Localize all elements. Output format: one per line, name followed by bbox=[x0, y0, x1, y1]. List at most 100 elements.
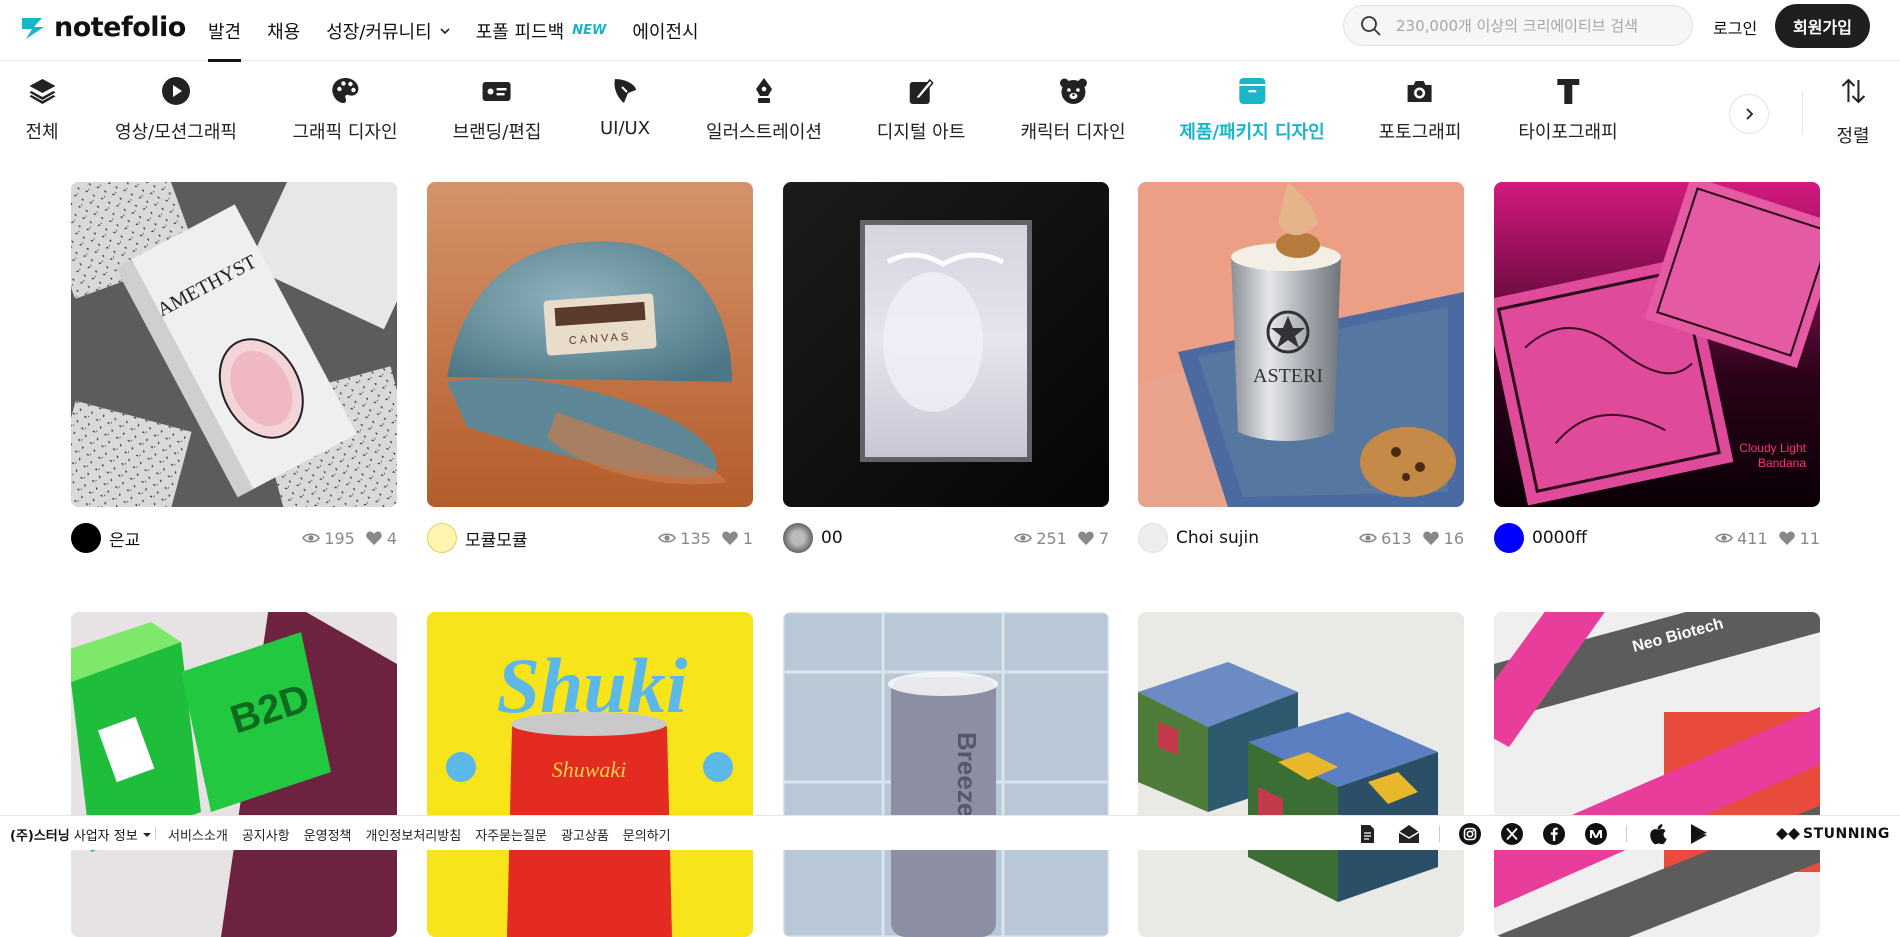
project-card[interactable]: Cloudy Light Bandana 0000ff 411 11 bbox=[1494, 182, 1820, 553]
company-info-toggle[interactable]: (주)스터닝 사업자 정보 bbox=[10, 825, 152, 844]
caret-down-icon bbox=[142, 832, 151, 837]
footer-link-notice[interactable]: 공지사항 bbox=[242, 825, 290, 844]
shuki-can-image: Shuki Shuwaki bbox=[427, 612, 753, 937]
project-card[interactable]: CANVAS 모큘모큘 135 1 bbox=[427, 182, 753, 553]
like-count: 1 bbox=[721, 529, 753, 548]
layers-icon bbox=[27, 76, 57, 106]
project-thumbnail[interactable]: AMETHYST bbox=[71, 182, 397, 507]
footer-link-policy[interactable]: 운영정책 bbox=[304, 825, 352, 844]
view-count-value: 411 bbox=[1737, 528, 1768, 548]
facebook-icon[interactable] bbox=[1542, 822, 1566, 846]
category-next-button[interactable] bbox=[1729, 94, 1769, 134]
project-thumbnail[interactable]: Shuki Shuwaki bbox=[427, 612, 753, 937]
view-count: 411 bbox=[1715, 529, 1768, 548]
avatar[interactable] bbox=[1494, 523, 1524, 553]
nav-agency[interactable]: 에이전시 bbox=[632, 0, 698, 61]
heart-icon bbox=[722, 531, 738, 545]
eye-icon bbox=[302, 533, 321, 543]
category-illustration[interactable]: 일러스트레이션 bbox=[706, 76, 822, 144]
project-thumbnail[interactable]: Neo Biotech bbox=[1494, 612, 1820, 937]
heart-icon bbox=[366, 531, 382, 545]
project-card[interactable]: Neo Biotech bbox=[1494, 612, 1820, 937]
palette-icon bbox=[330, 76, 360, 106]
project-card[interactable] bbox=[1138, 612, 1464, 937]
document-icon[interactable] bbox=[1355, 822, 1379, 846]
mail-open-icon[interactable] bbox=[1397, 822, 1421, 846]
medium-icon[interactable] bbox=[1584, 822, 1608, 846]
footer: (주)스터닝 사업자 정보 서비스소개 공지사항 운영정책 개인정보처리방침 자… bbox=[0, 815, 1900, 850]
view-count-value: 135 bbox=[680, 528, 711, 548]
footer-link-ads[interactable]: 광고상품 bbox=[561, 825, 609, 844]
eye-icon bbox=[1014, 533, 1033, 543]
category-motion[interactable]: 영상/모션그래픽 bbox=[115, 76, 237, 144]
google-play-icon[interactable] bbox=[1687, 822, 1711, 846]
nav-feedback[interactable]: 포폴 피드백 NEW bbox=[476, 0, 607, 61]
author-name[interactable]: 모큘모큘 bbox=[465, 526, 528, 551]
main-menu: 발견 채용 성장/커뮤니티 포폴 피드백 NEW 에이전시 bbox=[208, 0, 725, 62]
footer-link-faq[interactable]: 자주묻는질문 bbox=[475, 825, 547, 844]
signup-button[interactable]: 회원가입 bbox=[1775, 4, 1870, 48]
project-card[interactable]: Breeze bbox=[783, 612, 1109, 937]
category-character[interactable]: 캐릭터 디자인 bbox=[1020, 76, 1126, 144]
author-name[interactable]: 0000ff bbox=[1532, 528, 1587, 548]
apple-icon[interactable] bbox=[1645, 822, 1669, 846]
like-count-value: 1 bbox=[742, 528, 753, 548]
project-thumbnail[interactable]: B2D bbox=[71, 612, 397, 937]
project-thumbnail[interactable] bbox=[1138, 612, 1464, 937]
category-label: 디지털 아트 bbox=[876, 122, 966, 143]
category-graphic[interactable]: 그래픽 디자인 bbox=[292, 76, 398, 144]
footer-link-contact[interactable]: 문의하기 bbox=[623, 825, 671, 844]
nav-community-label: 성장/커뮤니티 bbox=[326, 21, 432, 43]
nav-jobs[interactable]: 채용 bbox=[267, 0, 300, 61]
author-name[interactable]: Choi sujin bbox=[1176, 528, 1259, 548]
category-digital-art[interactable]: 디지털 아트 bbox=[876, 76, 966, 144]
sort-button[interactable]: 정렬 bbox=[1836, 76, 1870, 148]
nav-agency-label: 에이전시 bbox=[632, 21, 699, 43]
heart-icon bbox=[1078, 531, 1094, 545]
logo[interactable]: notefolio bbox=[20, 12, 186, 43]
category-typography[interactable]: 타이포그래피 bbox=[1518, 76, 1618, 144]
category-uiux[interactable]: UI/UX bbox=[600, 76, 650, 139]
project-card[interactable]: AMETHYST 은교 195 4 bbox=[71, 182, 397, 553]
login-link[interactable]: 로그인 bbox=[1713, 15, 1757, 39]
search-box[interactable] bbox=[1343, 5, 1693, 46]
project-thumbnail[interactable]: CANVAS bbox=[427, 182, 753, 507]
category-product-package[interactable]: 제품/패키지 디자인 bbox=[1179, 76, 1325, 144]
project-thumbnail[interactable]: ASTERI bbox=[1138, 182, 1464, 507]
like-count-value: 16 bbox=[1443, 528, 1464, 548]
cursor-icon bbox=[610, 76, 640, 106]
project-meta: 00 251 7 bbox=[783, 523, 1109, 553]
logo-text: notefolio bbox=[54, 12, 186, 43]
footer-link-about[interactable]: 서비스소개 bbox=[168, 825, 228, 844]
category-photography[interactable]: 포토그래피 bbox=[1379, 76, 1461, 144]
project-card[interactable]: 00 251 7 bbox=[783, 182, 1109, 553]
author-name[interactable]: 00 bbox=[821, 528, 843, 548]
project-card[interactable]: Shuki Shuwaki bbox=[427, 612, 753, 937]
project-card[interactable]: ASTERI Choi sujin 613 16 bbox=[1138, 182, 1464, 553]
x-twitter-icon[interactable] bbox=[1500, 822, 1524, 846]
stunning-logo[interactable]: STUNNING bbox=[1776, 826, 1890, 842]
avatar[interactable] bbox=[783, 523, 813, 553]
avatar[interactable] bbox=[1138, 523, 1168, 553]
project-card[interactable]: B2D bbox=[71, 612, 397, 937]
project-stats: 195 4 bbox=[302, 529, 397, 548]
nav-jobs-label: 채용 bbox=[267, 21, 301, 43]
view-count-value: 613 bbox=[1381, 528, 1412, 548]
b2d-box-image: B2D bbox=[71, 612, 397, 937]
category-branding[interactable]: 브랜딩/편집 bbox=[453, 76, 541, 144]
category-all[interactable]: 전체 bbox=[25, 76, 59, 144]
project-stats: 251 7 bbox=[1014, 529, 1109, 548]
like-count: 16 bbox=[1422, 529, 1464, 548]
category-label: 영상/모션그래픽 bbox=[115, 122, 237, 143]
avatar[interactable] bbox=[427, 523, 457, 553]
author-name[interactable]: 은교 bbox=[109, 526, 140, 551]
footer-link-privacy[interactable]: 개인정보처리방침 bbox=[366, 825, 462, 844]
project-thumbnail[interactable] bbox=[783, 182, 1109, 507]
project-thumbnail[interactable]: Cloudy Light Bandana bbox=[1494, 182, 1820, 507]
search-input[interactable] bbox=[1396, 16, 1686, 35]
nav-community[interactable]: 성장/커뮤니티 bbox=[326, 0, 450, 61]
instagram-icon[interactable] bbox=[1458, 822, 1482, 846]
avatar[interactable] bbox=[71, 523, 101, 553]
project-thumbnail[interactable]: Breeze bbox=[783, 612, 1109, 937]
nav-discover[interactable]: 발견 bbox=[208, 0, 242, 62]
